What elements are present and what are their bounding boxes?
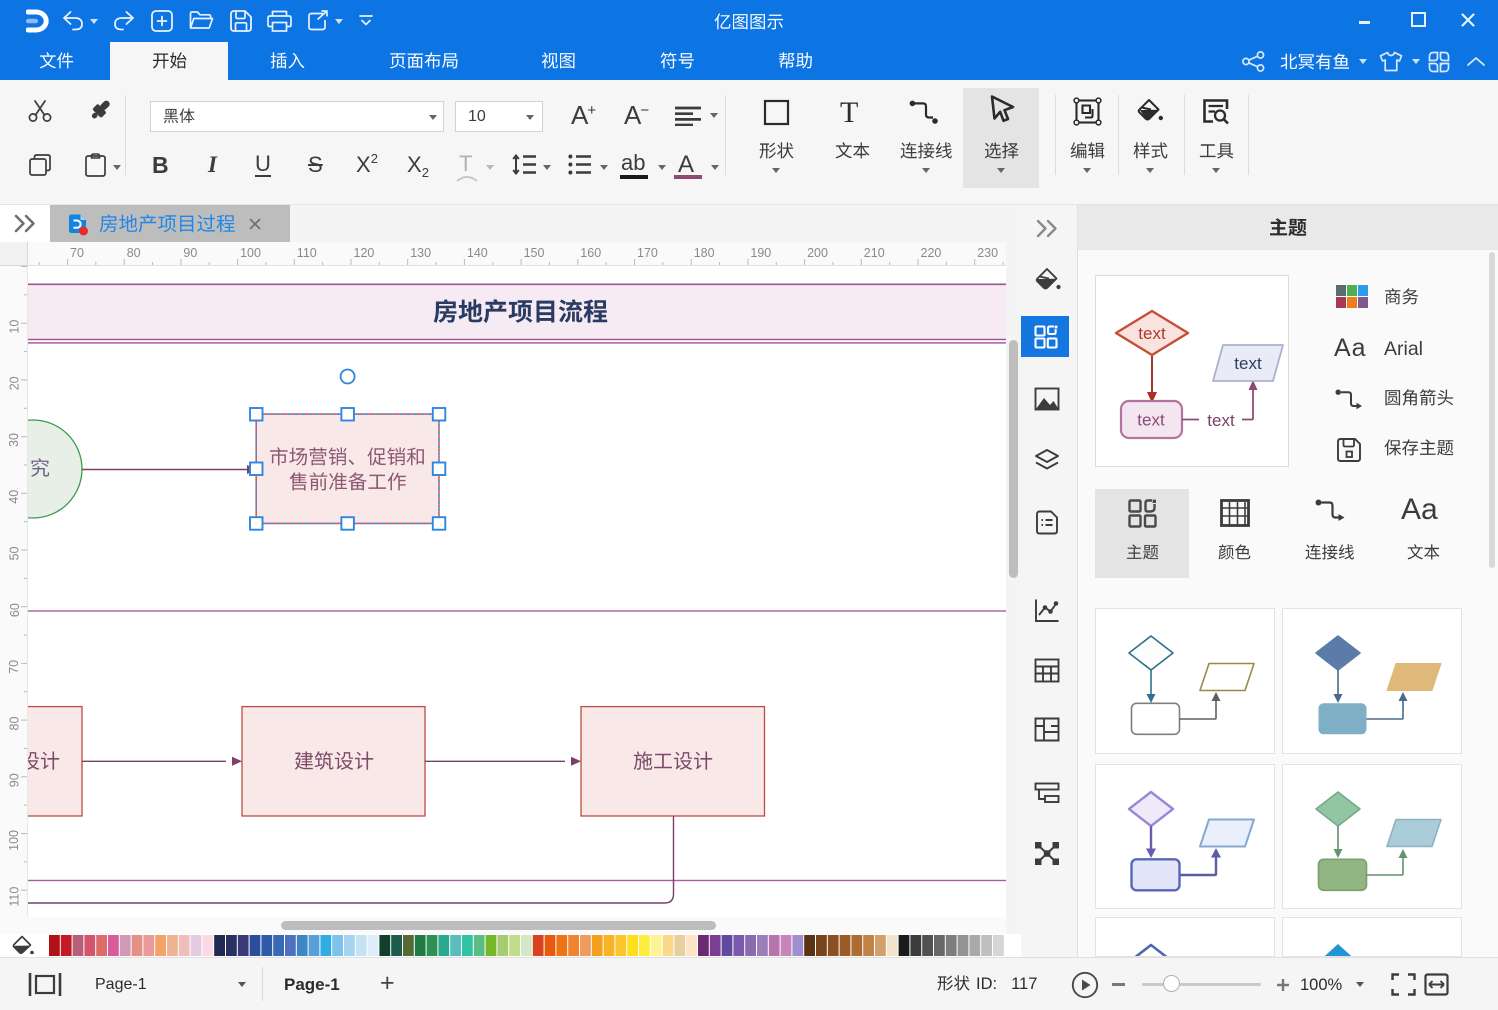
svg-text:40: 40 — [7, 490, 21, 504]
svg-text:20: 20 — [8, 376, 22, 390]
svg-text:text: text — [1138, 324, 1166, 343]
svg-text:60: 60 — [8, 603, 22, 617]
svg-text:120: 120 — [354, 246, 375, 260]
svg-text:150: 150 — [524, 246, 545, 260]
svg-text:100: 100 — [240, 246, 261, 260]
svg-text:50: 50 — [8, 546, 22, 560]
svg-text:210: 210 — [864, 246, 885, 260]
svg-text:190: 190 — [750, 246, 771, 260]
svg-text:130: 130 — [410, 246, 431, 260]
svg-text:text: text — [1137, 411, 1165, 430]
svg-text:230: 230 — [977, 246, 998, 260]
svg-text:170: 170 — [637, 246, 658, 260]
svg-text:110: 110 — [7, 887, 21, 907]
svg-text:220: 220 — [921, 246, 942, 260]
svg-text:110: 110 — [297, 246, 317, 260]
svg-text:text: text — [1234, 354, 1262, 373]
svg-text:90: 90 — [183, 246, 197, 260]
svg-text:70: 70 — [7, 660, 21, 674]
svg-text:90: 90 — [8, 773, 22, 787]
svg-text:180: 180 — [694, 246, 715, 260]
svg-text:200: 200 — [807, 246, 828, 260]
svg-text:30: 30 — [7, 433, 21, 447]
svg-text:70: 70 — [70, 246, 84, 260]
svg-text:10: 10 — [7, 320, 21, 334]
svg-text:140: 140 — [467, 246, 488, 260]
svg-text:text: text — [1207, 411, 1235, 430]
svg-text:80: 80 — [127, 246, 141, 260]
svg-text:100: 100 — [7, 830, 21, 851]
svg-text:160: 160 — [580, 246, 601, 260]
svg-text:80: 80 — [7, 717, 21, 731]
